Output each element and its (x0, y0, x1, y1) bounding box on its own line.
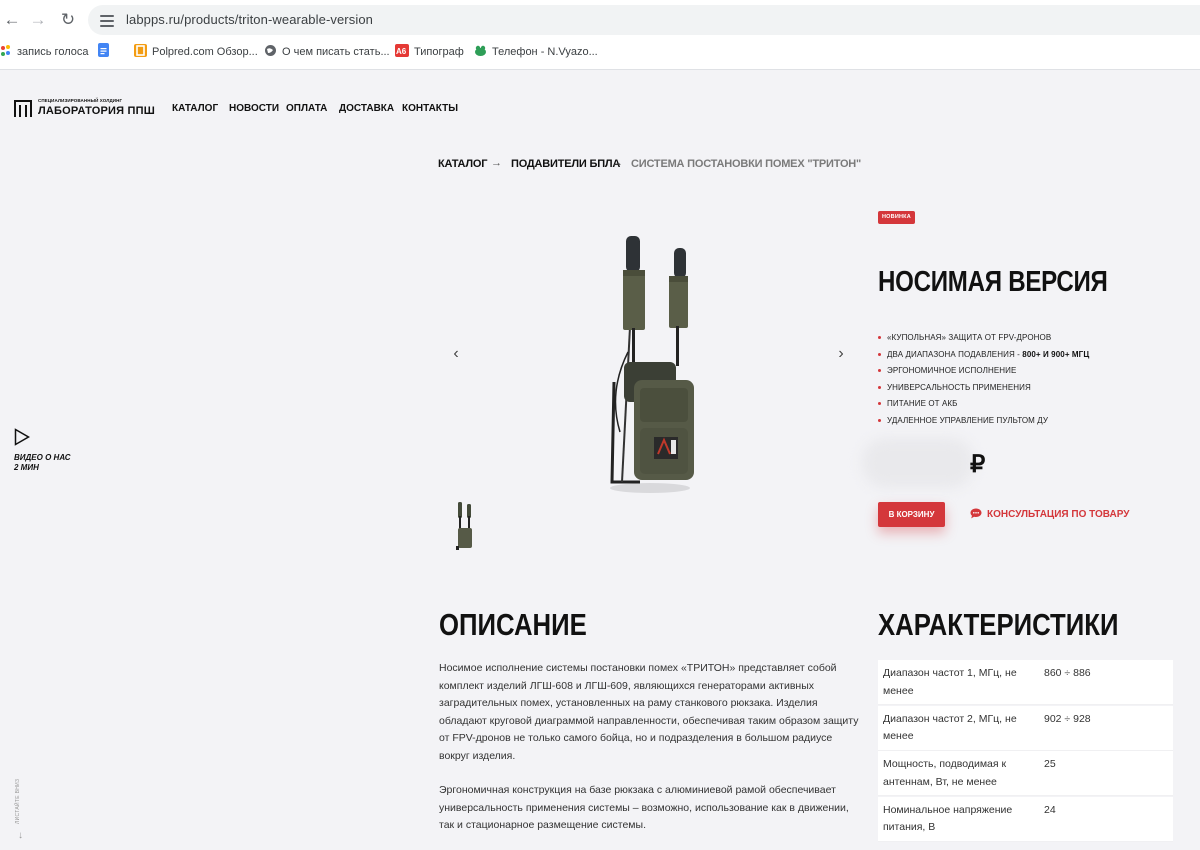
frog-icon (474, 44, 487, 57)
address-url[interactable]: labpps.ru/products/triton-wearable-versi… (126, 12, 373, 27)
consultation-label[interactable]: КОНСУЛЬТАЦИЯ ПО ТОВАРУ (987, 509, 1129, 520)
typograf-icon: A6 (395, 44, 409, 57)
bookmarks-bar: запись голоса Polpred.com Обзор... О чем… (0, 42, 1200, 62)
spec-value: 24 (1044, 803, 1056, 816)
feature-list: «КУПОЛЬНАЯ» ЗАЩИТА ОТ FPV-ДРОНОВ ДВА ДИА… (878, 333, 1089, 432)
spec-value: 860 ÷ 886 (1044, 667, 1091, 679)
video-about-us[interactable]: ВИДЕО О НАС 2 МИН (14, 428, 74, 473)
bookmark-item[interactable]: Polpred.com Обзор... (134, 42, 258, 62)
menu-item-contacts[interactable]: КОНТАКТЫ (402, 103, 458, 114)
reload-icon[interactable]: ↻ (58, 10, 78, 30)
breadcrumb-separator: → (491, 157, 502, 169)
polpred-icon (134, 44, 147, 57)
menu-item-delivery[interactable]: ДОСТАВКА (339, 103, 394, 114)
scroll-hint-label: ЛИСТАЙТЕ ВНИЗ (15, 778, 21, 824)
consultation-link[interactable]: КОНСУЛЬТАЦИЯ ПО ТОВАРУ (970, 508, 1129, 520)
play-icon[interactable] (14, 428, 31, 446)
feature-item: УДАЛЕННОЕ УПРАВЛЕНИЕ ПУЛЬТОМ ДУ (878, 416, 1089, 433)
bookmark-item[interactable]: запись голоса (0, 42, 88, 62)
new-badge: НОВИНКА (878, 211, 915, 224)
google-docs-icon (98, 43, 109, 57)
add-to-cart-button[interactable]: В КОРЗИНУ (878, 502, 945, 527)
spec-name: Мощность, подводимая к антеннам, Вт, не … (883, 758, 1007, 788)
bookmark-label: Телефон - N.Vyazo... (492, 46, 598, 58)
bookmark-item[interactable]: Телефон - N.Vyazo... (474, 42, 598, 62)
specs-table: Диапазон частот 1, МГц, не менее 860 ÷ 8… (878, 660, 1173, 842)
address-bar[interactable]: labpps.ru/products/triton-wearable-versi… (88, 5, 1200, 35)
breadcrumb-separator: → (612, 157, 623, 169)
browser-chrome: ← → ↻ labpps.ru/products/triton-wearable… (0, 0, 1200, 70)
arrow-down-icon: ↓ (18, 830, 23, 841)
spec-name: Номинальное напряжение питания, В (883, 803, 1013, 834)
logo-mark-icon (14, 100, 32, 117)
bookmark-label: О чем писать стать... (282, 46, 390, 58)
breadcrumb-catalog[interactable]: КАТАЛОГ (438, 158, 488, 170)
spec-value: 25 (1044, 758, 1056, 770)
table-row: Диапазон частот 1, МГц, не менее 860 ÷ 8… (878, 660, 1173, 705)
price-currency: ₽ (970, 451, 986, 478)
table-row: Диапазон частот 2, МГц, не менее 902 ÷ 9… (878, 705, 1173, 751)
table-row: Номинальное напряжение питания, В 24 (878, 796, 1173, 842)
description-paragraph: Эргономичная конструкция на базе рюкзака… (439, 784, 849, 831)
logo-subtitle: СПЕЦИАЛИЗИРОВАННЫЙ ХОЛДИНГ (38, 98, 123, 103)
specs-heading: ХАРАКТЕРИСТИКИ (878, 607, 1119, 642)
bookmark-item[interactable]: A6 Типограф (395, 42, 464, 62)
feature-item: ЭРГОНОМИЧНОЕ ИСПОЛНЕНИЕ (878, 366, 1089, 383)
breadcrumb-current: СИСТЕМА ПОСТАНОВКИ ПОМЕХ "ТРИТОН" (631, 158, 862, 170)
bookmark-label: Типограф (414, 46, 464, 58)
product-image[interactable] (600, 232, 710, 494)
feature-item: УНИВЕРСАЛЬНОСТЬ ПРИМЕНЕНИЯ (878, 383, 1089, 400)
spec-value: 902 ÷ 928 (1044, 712, 1091, 725)
back-arrow-icon[interactable]: ← (2, 10, 22, 30)
gallery-thumbnail[interactable] (452, 500, 478, 552)
spec-name: Диапазон частот 1, МГц, не менее (883, 667, 1017, 697)
product-title: НОСИМАЯ ВЕРСИЯ (878, 266, 1108, 298)
globe-icon (264, 44, 277, 57)
google-dots-icon (0, 44, 12, 57)
video-label: ВИДЕО О НАС (14, 453, 71, 462)
bookmark-item[interactable] (98, 42, 114, 62)
bookmark-item[interactable]: О чем писать стать... (264, 42, 390, 62)
menu-item-news[interactable]: НОВОСТИ (229, 103, 279, 114)
forward-arrow-icon[interactable]: → (28, 10, 48, 30)
description-paragraph: Носимое исполнение системы постановки по… (439, 662, 859, 762)
price-blurred (862, 438, 974, 488)
svg-text:A6: A6 (396, 47, 407, 56)
site-settings-icon[interactable] (100, 12, 114, 28)
site-logo[interactable]: СПЕЦИАЛИЗИРОВАННЫЙ ХОЛДИНГ ЛАБОРАТОРИЯ П… (14, 98, 155, 120)
bookmark-label: Polpred.com Обзор... (152, 46, 258, 58)
bookmark-label: запись голоса (17, 46, 89, 58)
gallery-next-button[interactable]: › (833, 345, 849, 363)
description-heading: ОПИСАНИЕ (439, 607, 587, 642)
breadcrumb-uav-jammers[interactable]: ПОДАВИТЕЛИ БПЛА (511, 158, 620, 170)
menu-item-catalog[interactable]: КАТАЛОГ (172, 103, 218, 114)
feature-item: «КУПОЛЬНАЯ» ЗАЩИТА ОТ FPV-ДРОНОВ (878, 333, 1089, 350)
feature-item: ДВА ДИАПАЗОНА ПОДАВЛЕНИЯ - 800+ И 900+ М… (878, 350, 1089, 367)
feature-item: ПИТАНИЕ ОТ АКБ (878, 399, 1089, 416)
menu-item-payment[interactable]: ОПЛАТА (286, 103, 327, 114)
video-duration: 2 МИН (14, 463, 39, 472)
chat-bubble-icon (970, 508, 982, 519)
logo-name: ЛАБОРАТОРИЯ ППШ (38, 105, 155, 117)
table-row: Мощность, подводимая к антеннам, Вт, не … (878, 751, 1173, 796)
spec-name: Диапазон частот 2, МГц, не менее (883, 712, 1017, 743)
scroll-down-hint: ЛИСТАЙТЕ ВНИЗ ↓ (12, 778, 32, 846)
gallery-prev-button[interactable]: ‹ (448, 345, 464, 363)
